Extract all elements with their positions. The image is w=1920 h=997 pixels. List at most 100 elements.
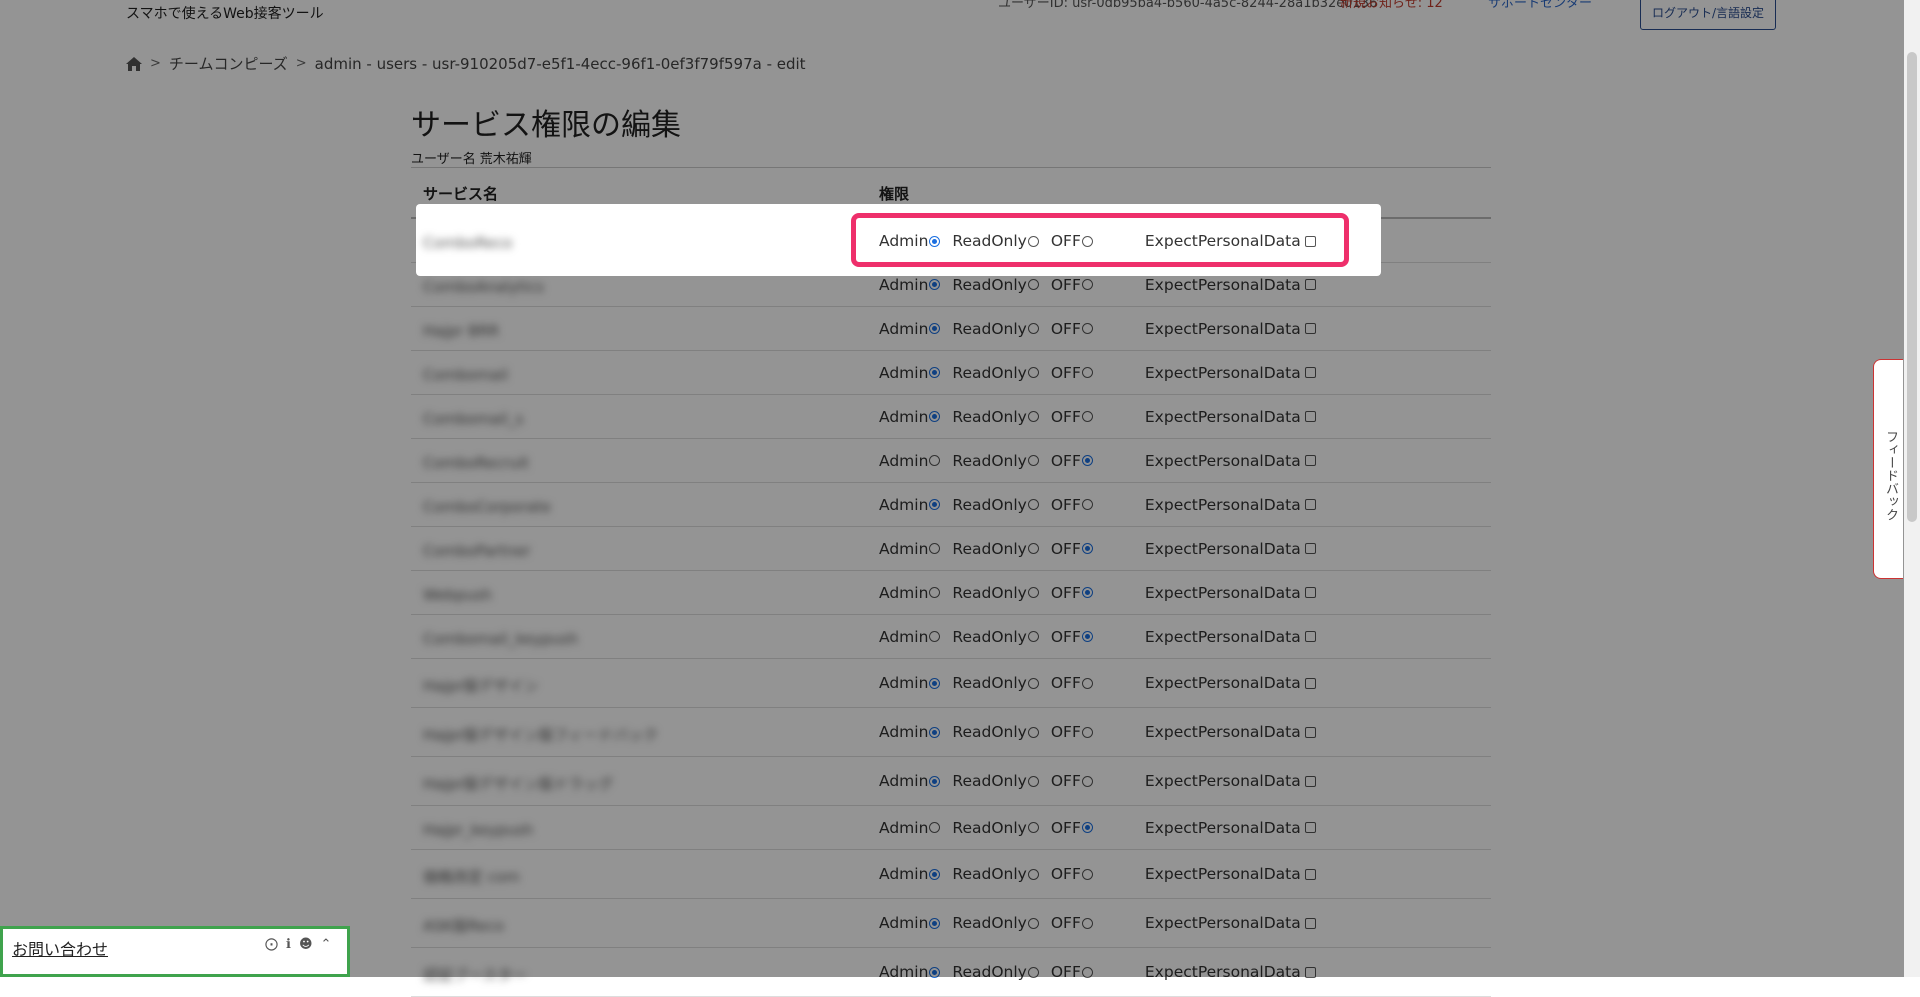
news-link[interactable]: 新規お知らせ: 12 — [1340, 0, 1443, 11]
permission-option-off[interactable]: OFF — [1051, 276, 1093, 294]
radio-off[interactable] — [1081, 411, 1093, 422]
radio-off[interactable] — [1081, 726, 1093, 738]
expect-personal-data-option[interactable]: ExpectPersonalData — [1145, 819, 1316, 837]
radio-readonly[interactable] — [1027, 775, 1039, 787]
radio-admin[interactable] — [929, 822, 941, 833]
expect-personal-data-checkbox[interactable] — [1304, 587, 1316, 598]
permission-option-readonly[interactable]: ReadOnly — [952, 819, 1039, 837]
permission-option-off[interactable]: OFF — [1051, 452, 1093, 470]
permission-option-off[interactable]: OFF — [1051, 819, 1093, 837]
support-link[interactable]: サポートセンター — [1488, 0, 1592, 11]
expect-personal-data-option[interactable]: ExpectPersonalData — [1145, 914, 1316, 932]
permission-option-admin[interactable]: Admin — [879, 819, 941, 837]
permission-option-readonly[interactable]: ReadOnly — [952, 496, 1039, 514]
permission-option-admin[interactable]: Admin — [879, 865, 941, 883]
permission-option-admin[interactable]: Admin — [879, 320, 941, 338]
permission-option-off[interactable]: OFF — [1051, 914, 1093, 932]
radio-off[interactable] — [1081, 822, 1093, 833]
expect-personal-data-checkbox[interactable] — [1304, 775, 1316, 787]
expect-personal-data-option[interactable]: ExpectPersonalData — [1145, 408, 1316, 426]
permission-option-readonly[interactable]: ReadOnly — [952, 914, 1039, 932]
permission-option-off[interactable]: OFF — [1051, 628, 1093, 646]
permission-option-readonly[interactable]: ReadOnly — [952, 723, 1039, 741]
expect-personal-data-checkbox[interactable] — [1304, 323, 1316, 334]
expect-personal-data-checkbox[interactable] — [1304, 631, 1316, 642]
expect-personal-data-option[interactable]: ExpectPersonalData — [1145, 963, 1316, 981]
permission-option-readonly[interactable]: ReadOnly — [952, 540, 1039, 558]
permission-option-readonly[interactable]: ReadOnly — [952, 408, 1039, 426]
permission-option-admin[interactable]: Admin — [879, 496, 941, 514]
permission-option-admin[interactable]: Admin — [879, 276, 941, 294]
permission-option-readonly[interactable]: ReadOnly — [952, 963, 1039, 981]
expect-personal-data-option[interactable]: ExpectPersonalData — [1145, 674, 1316, 692]
share-icon[interactable]: ⨀ — [265, 937, 278, 952]
radio-off[interactable] — [1081, 917, 1093, 929]
expect-personal-data-option[interactable]: ExpectPersonalData — [1145, 584, 1316, 602]
expect-personal-data-option[interactable]: ExpectPersonalData — [1145, 232, 1316, 250]
permission-option-readonly[interactable]: ReadOnly — [952, 452, 1039, 470]
expect-personal-data-checkbox[interactable] — [1304, 499, 1316, 510]
permission-option-admin[interactable]: Admin — [879, 914, 941, 932]
permission-option-readonly[interactable]: ReadOnly — [952, 865, 1039, 883]
radio-readonly[interactable] — [1027, 631, 1039, 642]
expect-personal-data-option[interactable]: ExpectPersonalData — [1145, 772, 1316, 790]
radio-admin[interactable] — [929, 868, 941, 880]
expect-personal-data-checkbox[interactable] — [1304, 411, 1316, 422]
permission-option-readonly[interactable]: ReadOnly — [952, 320, 1039, 338]
expect-personal-data-option[interactable]: ExpectPersonalData — [1145, 276, 1316, 294]
expect-personal-data-option[interactable]: ExpectPersonalData — [1145, 452, 1316, 470]
contact-widget[interactable]: お問い合わせ ⨀ ℹ ☻ ⌃ — [0, 926, 350, 977]
permission-option-off[interactable]: OFF — [1051, 540, 1093, 558]
radio-readonly[interactable] — [1027, 455, 1039, 466]
permission-option-readonly[interactable]: ReadOnly — [952, 232, 1039, 250]
permission-option-admin[interactable]: Admin — [879, 408, 941, 426]
permission-option-off[interactable]: OFF — [1051, 865, 1093, 883]
permission-option-admin[interactable]: Admin — [879, 584, 941, 602]
expect-personal-data-checkbox[interactable] — [1304, 726, 1316, 738]
radio-admin[interactable] — [929, 235, 941, 247]
radio-readonly[interactable] — [1027, 726, 1039, 738]
expect-personal-data-checkbox[interactable] — [1304, 235, 1316, 247]
permission-option-admin[interactable]: Admin — [879, 772, 941, 790]
permission-option-off[interactable]: OFF — [1051, 232, 1093, 250]
radio-readonly[interactable] — [1027, 411, 1039, 422]
expect-personal-data-option[interactable]: ExpectPersonalData — [1145, 320, 1316, 338]
permission-option-off[interactable]: OFF — [1051, 772, 1093, 790]
permission-option-readonly[interactable]: ReadOnly — [952, 364, 1039, 382]
info-icon[interactable]: ℹ — [286, 937, 291, 952]
radio-admin[interactable] — [929, 677, 941, 689]
radio-off[interactable] — [1081, 587, 1093, 598]
radio-off[interactable] — [1081, 455, 1093, 466]
permission-option-off[interactable]: OFF — [1051, 963, 1093, 981]
permission-option-admin[interactable]: Admin — [879, 963, 941, 981]
radio-readonly[interactable] — [1027, 868, 1039, 880]
radio-admin[interactable] — [929, 499, 941, 510]
logout-button[interactable]: ログアウト/言語設定 — [1640, 0, 1776, 30]
radio-readonly[interactable] — [1027, 543, 1039, 554]
permission-option-readonly[interactable]: ReadOnly — [952, 276, 1039, 294]
permission-option-admin[interactable]: Admin — [879, 364, 941, 382]
expect-personal-data-option[interactable]: ExpectPersonalData — [1145, 865, 1316, 883]
expect-personal-data-option[interactable]: ExpectPersonalData — [1145, 723, 1316, 741]
expect-personal-data-checkbox[interactable] — [1304, 455, 1316, 466]
radio-off[interactable] — [1081, 775, 1093, 787]
permission-option-admin[interactable]: Admin — [879, 540, 941, 558]
expect-personal-data-checkbox[interactable] — [1304, 367, 1316, 378]
contact-label[interactable]: お問い合わせ — [12, 936, 108, 960]
permission-option-admin[interactable]: Admin — [879, 232, 941, 250]
permission-option-readonly[interactable]: ReadOnly — [952, 628, 1039, 646]
expect-personal-data-checkbox[interactable] — [1304, 966, 1316, 978]
radio-admin[interactable] — [929, 587, 941, 598]
radio-readonly[interactable] — [1027, 367, 1039, 378]
radio-readonly[interactable] — [1027, 499, 1039, 510]
permission-option-off[interactable]: OFF — [1051, 364, 1093, 382]
radio-readonly[interactable] — [1027, 587, 1039, 598]
radio-admin[interactable] — [929, 279, 941, 290]
radio-readonly[interactable] — [1027, 822, 1039, 833]
radio-off[interactable] — [1081, 323, 1093, 334]
expect-personal-data-checkbox[interactable] — [1304, 917, 1316, 929]
radio-readonly[interactable] — [1027, 677, 1039, 689]
radio-readonly[interactable] — [1027, 966, 1039, 978]
permission-option-off[interactable]: OFF — [1051, 584, 1093, 602]
radio-off[interactable] — [1081, 677, 1093, 689]
